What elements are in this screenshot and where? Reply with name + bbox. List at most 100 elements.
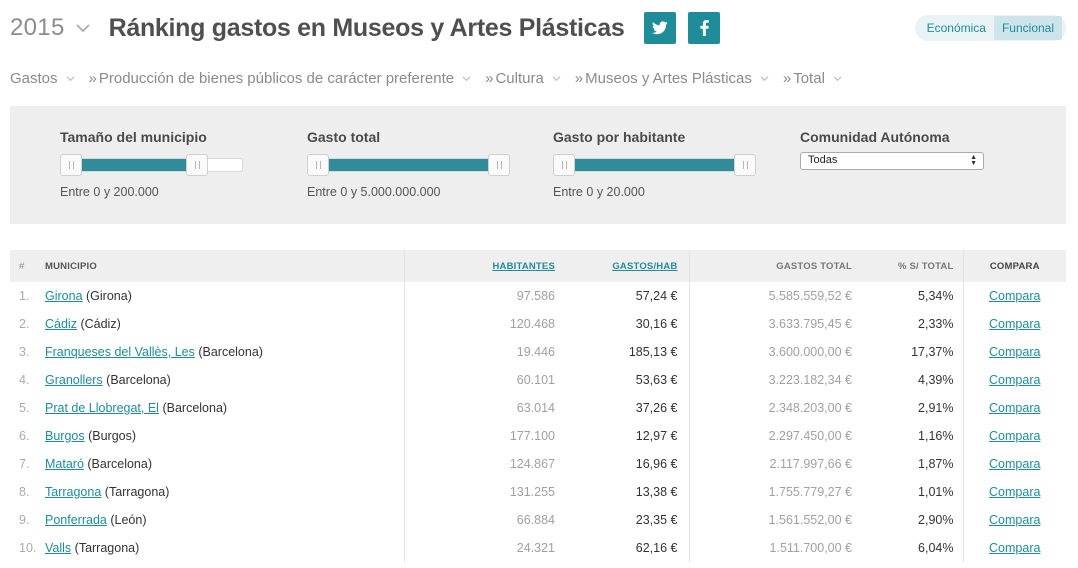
range-conj: y [350, 185, 358, 199]
breadcrumb-item-cultura[interactable]: » Cultura [485, 70, 575, 87]
province-label: (Barcelona) [162, 401, 228, 415]
column-header-gastos-total[interactable]: Gastos total [689, 250, 863, 282]
size-slider[interactable] [60, 154, 243, 176]
compara-link[interactable]: Compara [989, 289, 1040, 303]
range-prefix: Entre [60, 185, 90, 199]
breadcrumb-item-produccion[interactable]: » Producción de bienes públicos de carác… [89, 70, 486, 87]
row-compara: Compara [963, 478, 1066, 506]
row-rank: 2. [19, 317, 30, 331]
row-habitantes: 124.867 [509, 457, 555, 471]
row-habitantes: 120.468 [509, 317, 555, 331]
breadcrumb-item-gastos[interactable]: Gastos [10, 70, 89, 87]
province-label: (Tarragona) [104, 485, 170, 499]
row-gastos-total: 5.585.559,52 € [768, 289, 852, 303]
breadcrumb-separator: » [485, 69, 494, 87]
row-gastos-hab: 23,35 € [567, 506, 690, 534]
municipio-link[interactable]: Girona [45, 289, 83, 303]
column-header-gastos-hab[interactable]: Gastos/hab [567, 250, 690, 282]
slider-min-handle[interactable] [307, 154, 329, 176]
chevron-down-icon[interactable] [75, 20, 91, 36]
table-row: 8. Tarragona (Tarragona) 131.255 13,38 € 1.7… [10, 478, 1066, 506]
row-municipio: Tarragona (Tarragona) [38, 478, 405, 506]
header: 2015 Ránking gastos en Museos y Artes Pl… [10, 8, 721, 48]
municipio-link[interactable]: Tarragona [45, 485, 101, 499]
row-municipio: Granollers (Barcelona) [38, 366, 405, 394]
range-prefix: Entre [307, 185, 337, 199]
region-select[interactable]: Todas ▲ ▼ [800, 152, 984, 170]
row-gastos-total: 3.633.795,45 € [768, 317, 852, 331]
slider-max-handle[interactable] [488, 154, 510, 176]
column-header-habitantes[interactable]: Habitantes [404, 250, 567, 282]
twitter-button[interactable] [644, 12, 677, 44]
row-habitantes: 177.100 [509, 429, 555, 443]
row-municipio: Prat de Llobregat, El (Barcelona) [38, 394, 405, 422]
row-pct: 1,16% [863, 422, 964, 450]
municipio-link[interactable]: Prat de Llobregat, El [45, 401, 159, 415]
social-buttons [644, 12, 721, 44]
compara-link[interactable]: Compara [989, 345, 1040, 359]
slider-max-handle[interactable] [186, 154, 208, 176]
row-rank: 10. [19, 541, 37, 555]
compara-link[interactable]: Compara [989, 373, 1040, 387]
breadcrumb-label: Producción de bienes públicos de carácte… [98, 69, 455, 87]
municipio-link[interactable]: Burgos [45, 429, 85, 443]
range-max: 5.000.000.000 [360, 185, 441, 199]
compara-link[interactable]: Compara [989, 457, 1040, 471]
municipio-link[interactable]: Cádiz [45, 317, 77, 331]
table-row: 7. Mataró (Barcelona) 124.867 16,96 € 2.117.… [10, 450, 1066, 478]
slider-min-handle[interactable] [60, 154, 82, 176]
column-header-pct[interactable]: % s/ total [863, 250, 964, 282]
row-rank: 8. [19, 485, 30, 499]
municipio-link[interactable]: Valls [45, 541, 71, 555]
row-municipio: Valls (Tarragona) [38, 534, 405, 562]
slider-max-handle[interactable] [734, 154, 756, 176]
row-pct: 2,91% [863, 394, 964, 422]
breadcrumb-label: Cultura [495, 69, 544, 87]
municipio-link[interactable]: Mataró [45, 457, 84, 471]
filters-panel: Tamaño del municipio Entre 0 y 200.000 G… [10, 106, 1066, 224]
compara-link[interactable]: Compara [989, 401, 1040, 415]
toggle-economica[interactable]: Económica [919, 16, 994, 40]
row-rank: 6. [19, 429, 30, 443]
row-gastos-hab: 30,16 € [567, 310, 690, 338]
row-compara: Compara [963, 506, 1066, 534]
row-gastos-hab: 185,13 € [567, 338, 690, 366]
breadcrumb-item-total[interactable]: » Total [783, 70, 856, 87]
compara-link[interactable]: Compara [989, 513, 1040, 527]
facebook-button[interactable] [688, 12, 721, 44]
slider-fill [564, 159, 746, 171]
compara-link[interactable]: Compara [989, 485, 1040, 499]
breadcrumb: Gastos » Producción de bienes públicos d… [10, 68, 856, 88]
row-compara: Compara [963, 450, 1066, 478]
row-habitantes: 60.101 [516, 373, 555, 387]
row-compara: Compara [963, 366, 1066, 394]
compara-link[interactable]: Compara [989, 429, 1040, 443]
slider-min-handle[interactable] [553, 154, 575, 176]
municipio-link[interactable]: Granollers [45, 373, 103, 387]
breadcrumb-separator: » [782, 69, 792, 87]
total-slider[interactable] [307, 154, 510, 176]
row-gastos-hab: 12,97 € [567, 422, 690, 450]
row-rank: 5. [19, 401, 30, 415]
row-rank: 9. [19, 513, 30, 527]
row-gastos-total: 3.600.000,00 € [768, 345, 852, 359]
compara-link[interactable]: Compara [989, 317, 1040, 331]
chevron-down-icon [66, 75, 75, 81]
province-label: (Cádiz) [80, 317, 121, 331]
year-selector[interactable]: 2015 [10, 14, 65, 42]
row-rank: 3. [19, 345, 30, 359]
breadcrumb-item-museos[interactable]: » Museos y Artes Plásticas [575, 70, 783, 87]
row-compara: Compara [963, 310, 1066, 338]
compara-link[interactable]: Compara [989, 541, 1040, 555]
table-row: 4. Granollers (Barcelona) 60.101 53,63 € 3.2… [10, 366, 1066, 394]
row-compara: Compara [963, 394, 1066, 422]
per-capita-slider[interactable] [553, 154, 756, 176]
ranking-table: # Municipio Habitantes Gastos/hab Gastos… [10, 250, 1066, 562]
municipio-link[interactable]: Ponferrada [45, 513, 107, 527]
column-header-municipio: Municipio [38, 250, 405, 282]
range-text: Entre 0 y 5.000.000.000 [307, 185, 441, 199]
toggle-funcional[interactable]: Funcional [993, 16, 1062, 40]
row-municipio: Burgos (Burgos) [38, 422, 405, 450]
breadcrumb-label: Total [793, 69, 825, 87]
municipio-link[interactable]: Franqueses del Vallès, Les [45, 345, 195, 359]
